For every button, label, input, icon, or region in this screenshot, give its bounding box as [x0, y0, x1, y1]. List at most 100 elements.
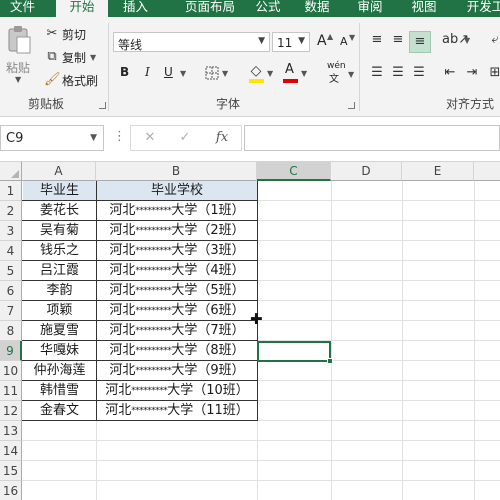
font-name-dropdown[interactable]: 等线 ▼	[113, 32, 270, 52]
increase-indent-button[interactable]: ⇥	[463, 64, 481, 82]
tab-page-layout[interactable]: 页面布局	[170, 0, 250, 17]
borders-button[interactable]: ▼	[203, 64, 231, 82]
tab-formulas[interactable]: 公式	[248, 0, 288, 17]
school-cell[interactable]: 河北*********大学（1班）	[92, 201, 262, 221]
row-header-9[interactable]: 9	[0, 341, 22, 361]
school-province: 河北	[109, 303, 136, 318]
align-center-button[interactable]: ☰	[389, 64, 407, 82]
column-header-f[interactable]	[474, 162, 500, 181]
enter-icon[interactable]: ✓	[176, 129, 194, 147]
school-cell[interactable]: 河北*********大学（4班）	[92, 261, 262, 281]
school-cell[interactable]: 河北*********大学（6班）	[92, 301, 262, 321]
insert-function-icon[interactable]: fx	[211, 129, 233, 147]
middle-align-button[interactable]: ≡	[389, 31, 407, 49]
cancel-icon[interactable]: ✕	[141, 129, 159, 147]
school-cell[interactable]: 河北*********大学（2班）	[92, 221, 262, 241]
orientation-button[interactable]: ab↗ ▼	[442, 31, 470, 49]
tab-developer[interactable]: 开发工	[458, 0, 500, 17]
copy-button[interactable]: ⧉ 复制 ▼	[44, 48, 96, 66]
fill-color-bar	[249, 79, 264, 83]
wrap-text-button[interactable]: ⤶	[486, 31, 500, 49]
align-left-button[interactable]: ☰	[368, 64, 386, 82]
school-class: 大学（11班）	[167, 403, 249, 418]
row-header-7[interactable]: 7	[0, 301, 22, 321]
font-group-label: 字体	[215, 97, 240, 111]
formula-bar-resize-handle[interactable]: ⋮	[113, 129, 126, 144]
bottom-align-button[interactable]: ≡	[409, 31, 431, 53]
fill-handle[interactable]	[327, 358, 333, 364]
clipboard-dialog-launcher[interactable]	[99, 102, 106, 109]
increase-font-size-button[interactable]: A ▲	[316, 32, 334, 51]
align-bottom-icon: ≡	[414, 34, 426, 49]
row-header-4[interactable]: 4	[0, 241, 22, 261]
tab-data[interactable]: 数据	[294, 0, 340, 17]
graduate-name-cell[interactable]: 李韵	[23, 281, 96, 301]
row-header-2[interactable]: 2	[0, 201, 22, 221]
graduate-name-cell[interactable]: 项颖	[23, 301, 96, 321]
top-align-button[interactable]: ≡	[368, 31, 386, 49]
format-painter-button[interactable]: 🖌 格式刷	[44, 71, 104, 89]
paste-button[interactable]: 粘贴	[4, 23, 34, 75]
graduate-name-cell[interactable]: 仲孙海莲	[23, 361, 96, 381]
bold-button[interactable]: B	[117, 64, 133, 82]
school-cell[interactable]: 河北*********大学（3班）	[92, 241, 262, 261]
graduate-name-cell[interactable]: 吴有菊	[23, 221, 96, 241]
graduate-name-cell[interactable]: 姜花长	[23, 201, 96, 221]
row-header-6[interactable]: 6	[0, 281, 22, 301]
font-dialog-launcher[interactable]	[348, 102, 355, 109]
school-class: 大学（5班）	[171, 283, 245, 298]
row-header-11[interactable]: 11	[0, 381, 22, 401]
row-header-1[interactable]: 1	[0, 181, 22, 201]
graduate-name-cell[interactable]: 金春文	[23, 401, 96, 421]
graduate-name-cell[interactable]: 钱乐之	[23, 241, 96, 261]
row-header-8[interactable]: 8	[0, 321, 22, 341]
cut-button[interactable]: ✂ 剪切	[44, 25, 94, 43]
graduate-name-cell[interactable]: 吕江霞	[23, 261, 96, 281]
font-color-button[interactable]: A ▼	[282, 62, 310, 84]
school-cell[interactable]: 河北*********大学（10班）	[92, 381, 262, 401]
row-header-13[interactable]: 13	[0, 421, 22, 441]
decrease-indent-button[interactable]: ⇤	[441, 64, 459, 82]
paste-dropdown-chevron[interactable]: ▼	[15, 75, 21, 84]
school-province: 河北	[109, 323, 136, 338]
name-box[interactable]: C9 ▼	[0, 125, 104, 151]
row-header-16[interactable]: 16	[0, 481, 22, 500]
school-cell[interactable]: 河北*********大学（8班）	[92, 341, 262, 361]
column-header-e[interactable]: E	[402, 162, 474, 181]
underline-button[interactable]: U ▼	[161, 64, 189, 82]
tab-review[interactable]: 审阅	[350, 0, 390, 17]
graduate-name-cell[interactable]: 施夏雪	[23, 321, 96, 341]
column-header-b[interactable]: B	[96, 162, 257, 181]
tab-home[interactable]: 开始	[56, 0, 108, 17]
column-header-d[interactable]: D	[331, 162, 402, 181]
row-header-10[interactable]: 10	[0, 361, 22, 381]
row-header-12[interactable]: 12	[0, 401, 22, 421]
row-header-14[interactable]: 14	[0, 441, 22, 461]
column-header-a[interactable]: A	[22, 162, 96, 181]
school-cell[interactable]: 河北*********大学（7班）	[92, 321, 262, 341]
school-cell[interactable]: 河北*********大学（11班）	[92, 401, 262, 421]
formula-input[interactable]	[244, 125, 500, 151]
school-cell[interactable]: 河北*********大学（9班）	[92, 361, 262, 381]
italic-button[interactable]: I	[140, 64, 156, 82]
select-all-button[interactable]	[0, 162, 22, 181]
fill-color-button[interactable]: ◇ ▼	[248, 62, 276, 84]
column-header-c[interactable]: C	[257, 162, 331, 181]
tab-file[interactable]: 文件	[0, 0, 45, 17]
row-header-5[interactable]: 5	[0, 261, 22, 281]
graduate-name-cell[interactable]: 华嘎妹	[23, 341, 96, 361]
school-cell[interactable]: 河北*********大学（5班）	[92, 281, 262, 301]
decrease-font-size-button[interactable]: A ▼	[339, 33, 357, 51]
font-size-dropdown[interactable]: 11 ▼	[272, 32, 310, 52]
phonetic-guide-button[interactable]: wén 文 ▼	[326, 61, 356, 85]
copy-dropdown-chevron[interactable]: ▼	[90, 53, 96, 62]
row-header-3[interactable]: 3	[0, 221, 22, 241]
tab-view[interactable]: 视图	[404, 0, 444, 17]
worksheet-grid[interactable]: ABCDE 1234567891011121314151617 毕业生毕业学校姜…	[0, 162, 500, 500]
align-right-button[interactable]: ☰	[410, 64, 428, 82]
row-header-15[interactable]: 15	[0, 461, 22, 481]
school-class: 大学（1班）	[171, 203, 245, 218]
graduate-name-cell[interactable]: 韩惜雪	[23, 381, 96, 401]
merge-center-button[interactable]: ⊞	[486, 64, 500, 82]
tab-insert[interactable]: 插入	[113, 0, 158, 17]
